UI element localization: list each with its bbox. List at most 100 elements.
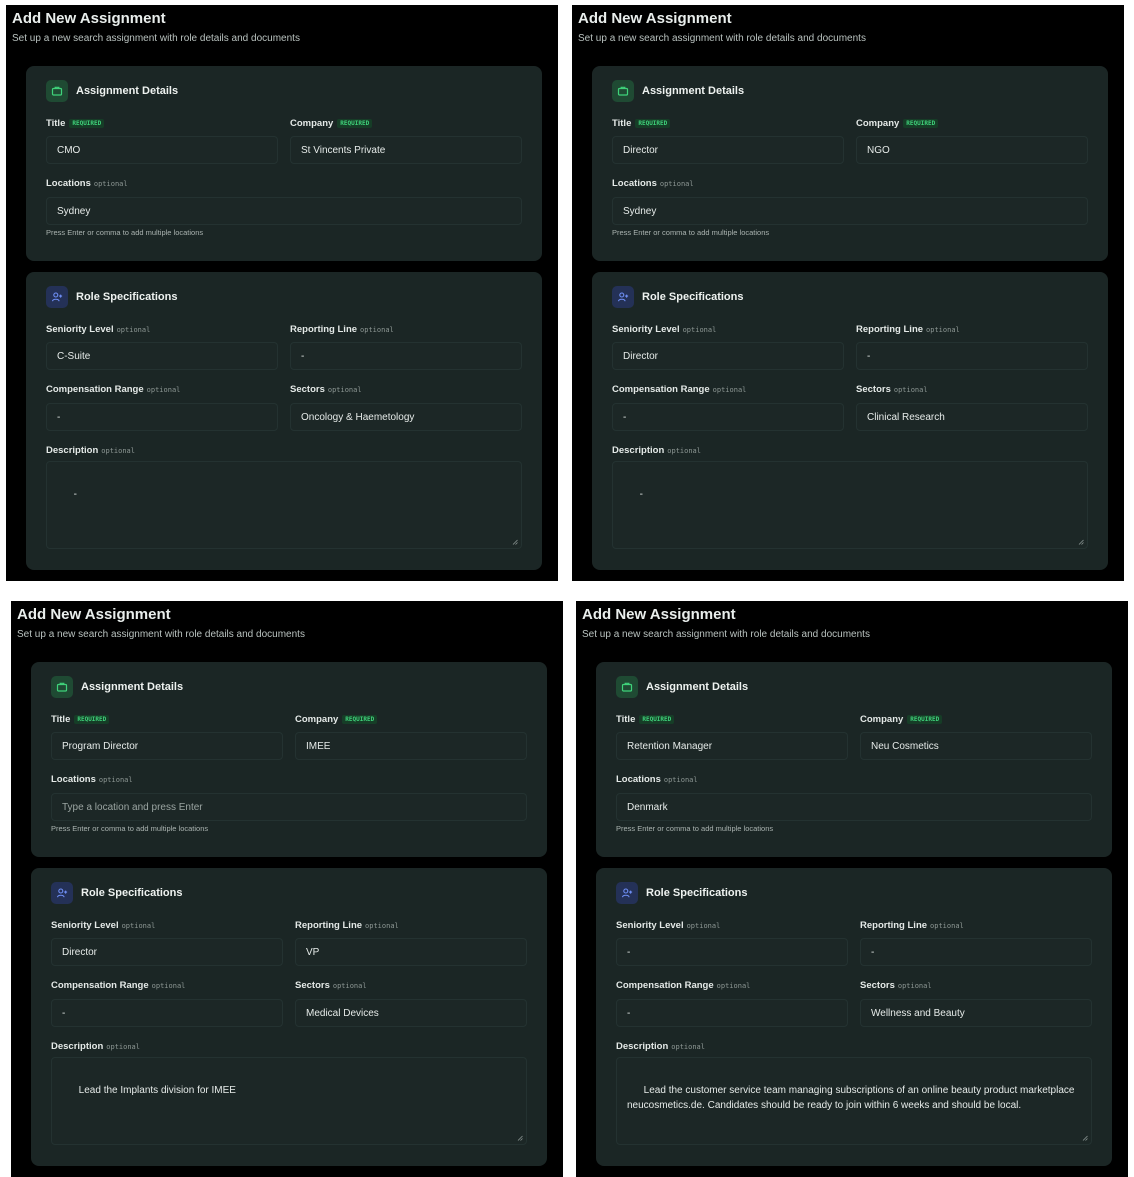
page-title: Add New Assignment bbox=[582, 606, 736, 623]
compensation-input[interactable]: - bbox=[51, 999, 283, 1027]
sectors-input[interactable]: Medical Devices bbox=[295, 999, 527, 1027]
required-badge: REQUIRED bbox=[342, 714, 378, 724]
page-subtitle: Set up a new search assignment with role… bbox=[582, 629, 870, 640]
reporting-line-label: Reporting Line optional bbox=[290, 324, 394, 335]
optional-note: optional bbox=[106, 1043, 140, 1051]
assignment-details-card: Assignment Details Title REQUIRED CMO Com… bbox=[26, 66, 542, 261]
reporting-line-input[interactable]: - bbox=[860, 938, 1092, 966]
seniority-input[interactable]: Director bbox=[51, 938, 283, 966]
required-badge: REQUIRED bbox=[639, 714, 675, 724]
locations-label: Locations optional bbox=[51, 774, 133, 785]
title-label: Title REQUIRED bbox=[616, 714, 675, 725]
optional-note: optional bbox=[116, 326, 151, 334]
page-title: Add New Assignment bbox=[578, 10, 732, 27]
description-textarea[interactable]: Lead the Implants division for IMEE bbox=[51, 1057, 527, 1145]
optional-note: optional bbox=[682, 326, 717, 334]
role-specifications-heading: Role Specifications bbox=[76, 291, 178, 303]
optional-note: optional bbox=[716, 982, 751, 990]
title-input[interactable]: Retention Manager bbox=[616, 732, 848, 760]
description-text: - bbox=[639, 489, 644, 500]
company-label: Company REQUIRED bbox=[856, 118, 939, 129]
optional-note: optional bbox=[930, 922, 964, 930]
page-subtitle: Set up a new search assignment with role… bbox=[17, 629, 305, 640]
company-input[interactable]: IMEE bbox=[295, 732, 527, 760]
company-label: Company REQUIRED bbox=[295, 714, 378, 725]
reporting-line-input[interactable]: - bbox=[856, 342, 1088, 370]
compensation-label: Compensation Range optional bbox=[51, 980, 186, 991]
optional-note: optional bbox=[332, 982, 367, 990]
company-input[interactable]: St Vincents Private bbox=[290, 136, 522, 164]
description-textarea[interactable]: - bbox=[46, 461, 522, 549]
role-specifications-heading: Role Specifications bbox=[646, 887, 748, 899]
role-specifications-card: Role Specifications Seniority Level optio… bbox=[26, 272, 542, 570]
title-label: Title REQUIRED bbox=[46, 118, 105, 129]
resize-grip-icon[interactable] bbox=[1078, 539, 1084, 545]
reporting-line-label: Reporting Line optional bbox=[856, 324, 960, 335]
locations-input[interactable]: Denmark bbox=[616, 793, 1092, 821]
briefcase-icon bbox=[46, 80, 68, 102]
optional-note: optional bbox=[98, 776, 133, 784]
seniority-input[interactable]: C-Suite bbox=[46, 342, 278, 370]
reporting-line-input[interactable]: VP bbox=[295, 938, 527, 966]
sectors-input[interactable]: Wellness and Beauty bbox=[860, 999, 1092, 1027]
optional-note: optional bbox=[360, 326, 394, 334]
page-subtitle: Set up a new search assignment with role… bbox=[12, 33, 300, 44]
user-plus-icon bbox=[616, 882, 638, 904]
optional-note: optional bbox=[659, 180, 694, 188]
seniority-input[interactable]: - bbox=[616, 938, 848, 966]
sectors-label: Sectors optional bbox=[290, 384, 362, 395]
optional-note: optional bbox=[365, 922, 399, 930]
optional-note: optional bbox=[686, 922, 721, 930]
title-input[interactable]: Program Director bbox=[51, 732, 283, 760]
description-text: Lead the Implants division for IMEE bbox=[78, 1085, 236, 1096]
locations-hint: Press Enter or comma to add multiple loc… bbox=[612, 228, 770, 237]
seniority-label: Seniority Level optional bbox=[51, 920, 156, 931]
required-badge: REQUIRED bbox=[74, 714, 110, 724]
user-plus-icon bbox=[612, 286, 634, 308]
description-textarea[interactable]: - bbox=[612, 461, 1088, 549]
title-label: Title REQUIRED bbox=[51, 714, 110, 725]
resize-grip-icon[interactable] bbox=[512, 539, 518, 545]
locations-input[interactable]: Sydney bbox=[46, 197, 522, 225]
sectors-input[interactable]: Oncology & Haemetology bbox=[290, 403, 522, 431]
description-label: Description optional bbox=[612, 445, 701, 456]
compensation-input[interactable]: - bbox=[616, 999, 848, 1027]
company-input[interactable]: NGO bbox=[856, 136, 1088, 164]
seniority-input[interactable]: Director bbox=[612, 342, 844, 370]
company-label: Company REQUIRED bbox=[860, 714, 943, 725]
company-input[interactable]: Neu Cosmetics bbox=[860, 732, 1092, 760]
title-input[interactable]: Director bbox=[612, 136, 844, 164]
reporting-line-input[interactable]: - bbox=[290, 342, 522, 370]
description-label: Description optional bbox=[51, 1041, 140, 1052]
locations-input[interactable]: Sydney bbox=[612, 197, 1088, 225]
role-specifications-card: Role Specifications Seniority Level optio… bbox=[31, 868, 547, 1166]
role-specifications-heading: Role Specifications bbox=[642, 291, 744, 303]
title-input[interactable]: CMO bbox=[46, 136, 278, 164]
company-label: Company REQUIRED bbox=[290, 118, 373, 129]
role-specifications-heading: Role Specifications bbox=[81, 887, 183, 899]
locations-input[interactable]: Type a location and press Enter bbox=[51, 793, 527, 821]
description-label: Description optional bbox=[46, 445, 135, 456]
role-specifications-card: Role Specifications Seniority Level optio… bbox=[592, 272, 1108, 570]
user-plus-icon bbox=[46, 286, 68, 308]
compensation-input[interactable]: - bbox=[46, 403, 278, 431]
seniority-label: Seniority Level optional bbox=[616, 920, 721, 931]
briefcase-icon bbox=[612, 80, 634, 102]
description-textarea[interactable]: Lead the customer service team managing … bbox=[616, 1057, 1092, 1145]
compensation-label: Compensation Range optional bbox=[616, 980, 751, 991]
locations-label: Locations optional bbox=[616, 774, 698, 785]
locations-label: Locations optional bbox=[612, 178, 694, 189]
role-specifications-header: Role Specifications bbox=[612, 286, 743, 308]
compensation-input[interactable]: - bbox=[612, 403, 844, 431]
compensation-label: Compensation Range optional bbox=[612, 384, 747, 395]
compensation-label: Compensation Range optional bbox=[46, 384, 181, 395]
resize-grip-icon[interactable] bbox=[517, 1135, 523, 1141]
description-text: - bbox=[73, 489, 78, 500]
assignment-form-panel: Add New Assignment Set up a new search a… bbox=[572, 5, 1124, 581]
sectors-input[interactable]: Clinical Research bbox=[856, 403, 1088, 431]
sectors-label: Sectors optional bbox=[295, 980, 367, 991]
locations-hint: Press Enter or comma to add multiple loc… bbox=[51, 824, 209, 833]
assignment-details-header: Assignment Details bbox=[46, 80, 178, 102]
resize-grip-icon[interactable] bbox=[1082, 1135, 1088, 1141]
role-specifications-header: Role Specifications bbox=[616, 882, 747, 904]
